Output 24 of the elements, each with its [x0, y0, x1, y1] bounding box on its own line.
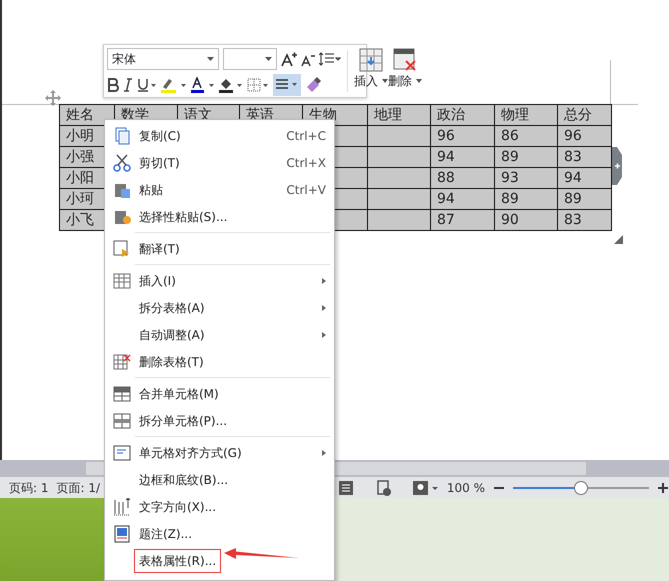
- table-cell: 94: [430, 188, 494, 210]
- table-cell: 87: [430, 210, 494, 230]
- table-cell: 88: [430, 168, 494, 188]
- table-cell: 83: [558, 146, 612, 168]
- page-count-text: 页面: 1/: [56, 480, 100, 496]
- table-cell: 94: [558, 168, 612, 188]
- table-cell: 89: [558, 188, 612, 210]
- table-header-cell: 物理: [494, 104, 558, 126]
- table-cell: 89: [494, 146, 558, 168]
- table-cell: 96: [430, 126, 494, 146]
- table-cell: 93: [494, 168, 558, 188]
- table-cell: 94: [430, 146, 494, 168]
- table-cell: 90: [494, 210, 558, 230]
- table-cell: 96: [558, 126, 612, 146]
- table-header-cell: 政治: [430, 104, 494, 126]
- zoom-text: 100 %: [446, 480, 485, 496]
- font-name-text: 宋体: [112, 51, 136, 68]
- table-cell: 86: [494, 126, 558, 146]
- table-header-cell: 总分: [558, 104, 612, 126]
- table-cell: 83: [558, 210, 612, 230]
- table-header-cell: 地理: [368, 104, 430, 126]
- page-number-text: 页码: 1: [9, 480, 48, 496]
- table-header-cell: 姓名: [60, 104, 114, 126]
- table-cell: 89: [494, 188, 558, 210]
